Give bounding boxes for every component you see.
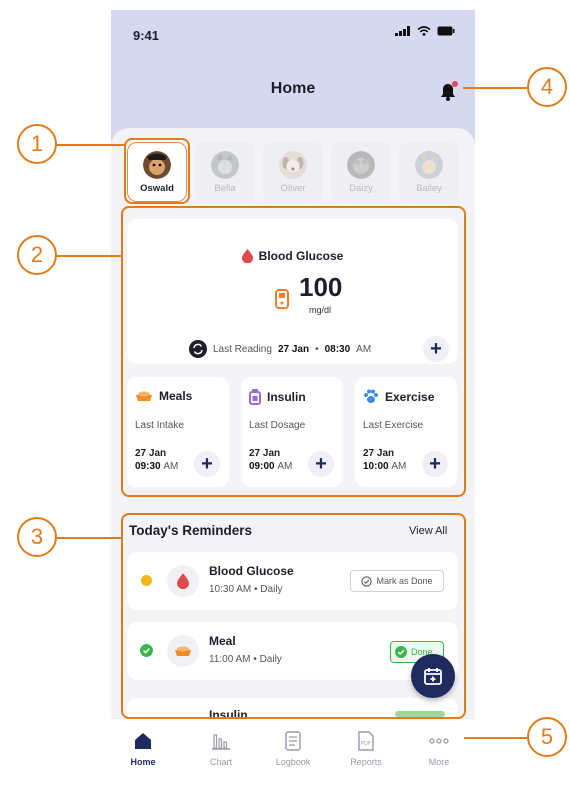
- callout-number-2: 2: [17, 235, 57, 275]
- callout-number-5: 5: [527, 717, 567, 757]
- bottom-tab-bar: Home Chart Logbook PDF Reports More: [111, 718, 475, 787]
- signal-icon: [395, 26, 410, 36]
- pdf-icon: PDF: [358, 731, 374, 751]
- pet-name: Oliver: [280, 182, 306, 194]
- status-time: 9:41: [133, 28, 160, 43]
- callout-box-1: [124, 138, 190, 204]
- tab-label: Logbook: [275, 757, 311, 767]
- page-title: Home: [270, 80, 316, 97]
- tab-label: Reports: [350, 757, 382, 767]
- battery-icon: [437, 26, 455, 36]
- pet-avatar: [211, 150, 239, 179]
- pet-name: Bailey: [416, 182, 442, 194]
- callout-number-4: 4: [527, 67, 567, 107]
- pet-name: Bella: [214, 182, 236, 194]
- logbook-icon: [285, 731, 301, 751]
- tab-label: Chart: [209, 757, 232, 767]
- svg-text:PDF: PDF: [361, 741, 371, 747]
- tab-home[interactable]: Home: [113, 731, 173, 767]
- callout-line-2: [56, 255, 123, 257]
- pet-name: Daizy: [349, 182, 373, 194]
- tab-label: Home: [130, 757, 156, 767]
- callout-box-3: [121, 513, 466, 719]
- chart-icon: [212, 734, 230, 750]
- pet-avatar: [347, 150, 375, 179]
- callout-line-4: [463, 87, 527, 89]
- wifi-icon: [417, 26, 431, 36]
- callout-number-1: 1: [17, 124, 57, 164]
- tab-more[interactable]: More: [409, 731, 469, 767]
- callout-line-1: [56, 144, 126, 146]
- pet-avatar: [279, 150, 307, 179]
- tab-logbook[interactable]: Logbook: [263, 731, 323, 767]
- pet-chip-oliver[interactable]: Oliver: [263, 142, 323, 202]
- callout-box-2: [121, 206, 466, 497]
- status-icons: [395, 26, 455, 36]
- callout-number-3: 3: [17, 517, 57, 557]
- tab-chart[interactable]: Chart: [191, 731, 251, 767]
- callout-line-5: [464, 737, 527, 739]
- pet-chip-bella[interactable]: Bella: [195, 142, 255, 202]
- pet-avatar: [415, 150, 443, 179]
- pet-chip-bailey[interactable]: Bailey: [399, 142, 459, 202]
- tab-reports[interactable]: PDF Reports: [336, 731, 396, 767]
- more-dots-icon: [429, 738, 449, 744]
- notification-dot: [452, 81, 458, 87]
- tab-label: More: [428, 757, 450, 767]
- home-icon: [135, 733, 151, 749]
- callout-line-3: [56, 537, 123, 539]
- pet-chip-daizy[interactable]: Daizy: [331, 142, 391, 202]
